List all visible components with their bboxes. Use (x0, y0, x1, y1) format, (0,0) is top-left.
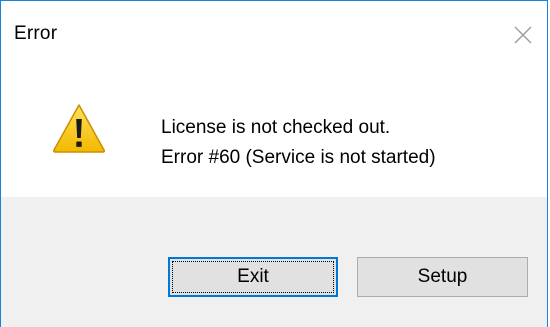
message-line-1: License is not checked out. (161, 117, 391, 138)
close-icon (514, 26, 532, 44)
setup-button[interactable]: Setup (357, 257, 528, 297)
button-bar: Exit Setup (1, 197, 547, 327)
warning-icon (52, 104, 106, 153)
error-dialog: Error License is not checked out. Error … (0, 0, 548, 327)
setup-button-label: Setup (417, 266, 468, 287)
dialog-title: Error (14, 23, 58, 44)
error-message: License is not checked out. Error #60 (S… (161, 113, 436, 173)
close-button[interactable] (503, 15, 543, 55)
title-bar[interactable]: Error (1, 1, 547, 75)
message-line-2: Error #60 (Service is not started) (161, 147, 436, 168)
exit-button[interactable]: Exit (168, 257, 338, 297)
focus-ring (172, 261, 334, 293)
dialog-body: License is not checked out. Error #60 (S… (1, 75, 547, 197)
